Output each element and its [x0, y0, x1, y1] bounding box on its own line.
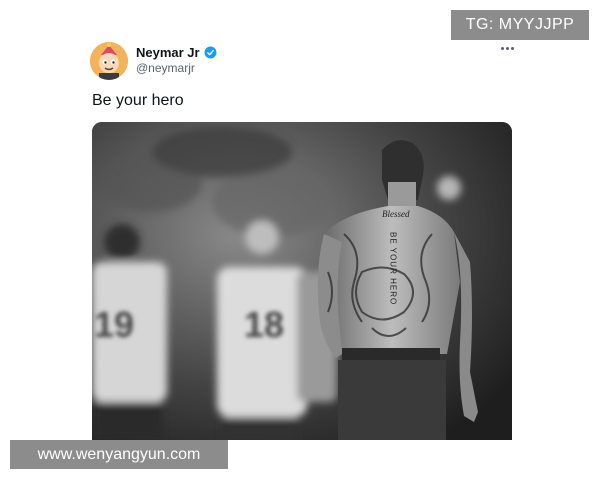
- watermark-bottom-left: www.wenyangyun.com: [10, 440, 228, 469]
- author-name-row[interactable]: Neymar Jr: [136, 45, 217, 60]
- jersey-number-right: 18: [244, 304, 284, 345]
- jersey-number-left: 19: [94, 304, 134, 345]
- author-handle[interactable]: @neymarjr: [136, 61, 195, 75]
- more-options-icon[interactable]: [496, 40, 518, 56]
- photo-image: 19 18 Blessed BE YOUR HERO: [92, 122, 512, 440]
- author-name[interactable]: Neymar Jr: [136, 45, 200, 60]
- tattoo-text: BE YOUR HERO: [389, 232, 398, 305]
- tweet-text: Be your hero: [92, 92, 184, 109]
- tweet-card: Neymar Jr @neymarjr Be your hero 19 18 B…: [0, 0, 600, 480]
- cartoon-avatar-icon: [90, 42, 128, 80]
- avatar[interactable]: [90, 42, 128, 80]
- verified-badge-icon: [204, 46, 217, 59]
- watermark-top-right: TG: MYYJJPP: [451, 10, 589, 40]
- tweet-media-photo[interactable]: 19 18 Blessed BE YOUR HERO: [92, 122, 512, 440]
- tattoo-blessed: Blessed: [382, 209, 410, 219]
